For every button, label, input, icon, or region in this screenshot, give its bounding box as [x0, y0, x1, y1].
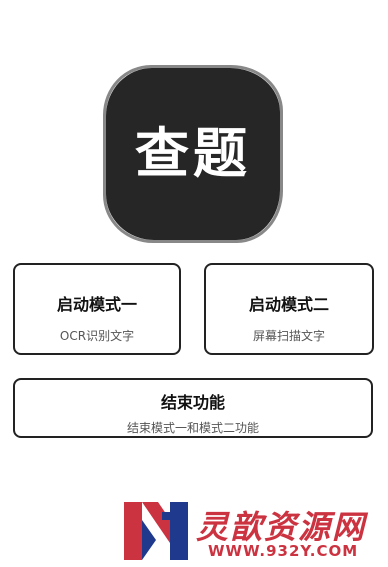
end-function-button[interactable]: 结束功能 结束模式一和模式二功能 — [13, 378, 373, 438]
app-logo: 查题 — [103, 65, 283, 243]
start-mode-two-subtitle: 屏幕扫描文字 — [252, 329, 325, 343]
start-mode-one-subtitle: OCR识别文字 — [59, 329, 135, 343]
watermark-url: WWW.932Y.COM — [208, 542, 359, 560]
start-mode-two-button[interactable]: 启动模式二 屏幕扫描文字 — [204, 263, 374, 355]
app-logo-text: 查题 — [135, 122, 251, 185]
watermark: 灵歆资源网 WWW.932Y.COM — [122, 500, 384, 564]
start-mode-one-button[interactable]: 启动模式一 OCR识别文字 — [13, 263, 181, 355]
end-function-title: 结束功能 — [160, 393, 225, 412]
start-mode-one-title: 启动模式一 — [56, 295, 137, 314]
watermark-logo-icon — [124, 502, 188, 560]
end-function-subtitle: 结束模式一和模式二功能 — [126, 421, 259, 435]
start-mode-two-title: 启动模式二 — [248, 295, 329, 314]
